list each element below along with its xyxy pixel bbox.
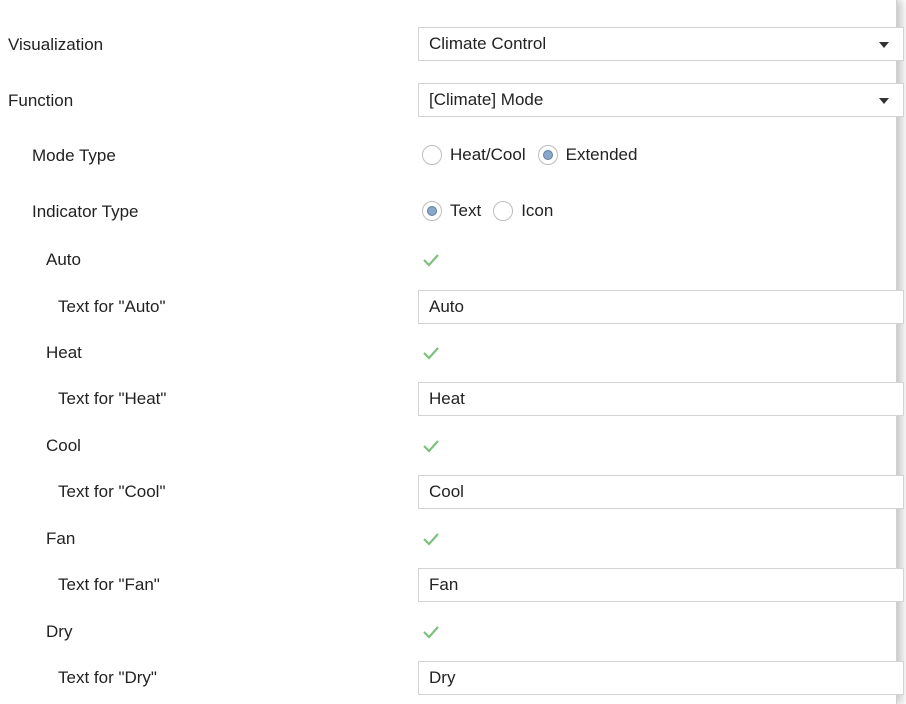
indicator-type-label: Indicator Type xyxy=(32,202,139,221)
parameter-panel: Visualization Climate Control Function [… xyxy=(0,0,904,704)
mode-cool-text-input[interactable]: Cool xyxy=(418,475,904,509)
mode-dry-text-input[interactable]: Dry xyxy=(418,661,904,695)
check-icon xyxy=(423,533,439,546)
mode-fan-label: Fan xyxy=(46,529,76,548)
mode-fan-text-input[interactable]: Fan xyxy=(418,568,904,602)
mode-type-radio-extended[interactable] xyxy=(537,145,558,165)
mode-cool-label: Cool xyxy=(46,436,81,455)
mode-cool-checkbox[interactable] xyxy=(421,436,441,456)
mode-heat-text-label: Text for "Heat" xyxy=(58,389,167,408)
chevron-down-icon xyxy=(879,42,889,48)
check-icon xyxy=(423,440,439,453)
mode-type-option-label: Extended xyxy=(565,145,638,164)
function-value: [Climate] Mode xyxy=(429,90,544,109)
chevron-down-icon xyxy=(879,98,889,104)
indicator-type-option-label: Text xyxy=(450,201,482,220)
function-dropdown[interactable]: [Climate] Mode xyxy=(418,83,904,117)
visualization-value: Climate Control xyxy=(429,34,547,53)
function-label: Function xyxy=(8,91,74,110)
mode-dry-checkbox[interactable] xyxy=(421,622,441,642)
check-icon xyxy=(423,347,439,360)
indicator-type-option-label: Icon xyxy=(521,201,554,220)
mode-auto-text-input[interactable]: Auto xyxy=(418,290,904,324)
indicator-type-radio-icon[interactable] xyxy=(493,201,514,221)
mode-auto-text-label: Text for "Auto" xyxy=(58,297,166,316)
mode-type-option-label: Heat/Cool xyxy=(450,145,526,164)
mode-type-label: Mode Type xyxy=(32,146,116,165)
mode-heat-checkbox[interactable] xyxy=(421,343,441,363)
mode-auto-label: Auto xyxy=(46,250,81,269)
visualization-dropdown[interactable]: Climate Control xyxy=(418,27,904,61)
mode-auto-checkbox[interactable] xyxy=(421,250,441,270)
mode-fan-checkbox[interactable] xyxy=(421,529,441,549)
mode-heat-text-input[interactable]: Heat xyxy=(418,382,904,416)
mode-heat-label: Heat xyxy=(46,343,82,362)
indicator-type-radio-group: Text Icon xyxy=(422,199,565,223)
visualization-label: Visualization xyxy=(8,35,104,54)
mode-cool-text-label: Text for "Cool" xyxy=(58,482,166,501)
mode-dry-text-label: Text for "Dry" xyxy=(58,668,157,687)
check-icon xyxy=(423,626,439,639)
mode-dry-label: Dry xyxy=(46,622,73,641)
check-icon xyxy=(423,254,439,267)
indicator-type-radio-text[interactable] xyxy=(422,201,442,221)
mode-fan-text-label: Text for "Fan" xyxy=(58,575,160,594)
mode-type-radio-heat-cool[interactable] xyxy=(422,145,442,165)
mode-type-radio-group: Heat/Cool Extended xyxy=(422,143,649,167)
